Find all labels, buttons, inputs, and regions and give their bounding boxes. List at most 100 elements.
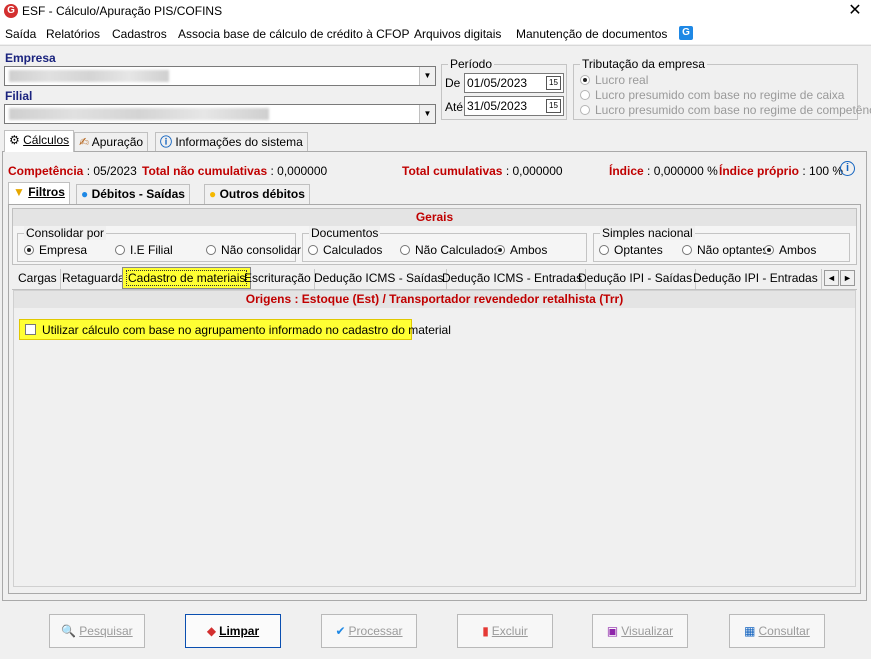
radio-optantes[interactable]: Optantes xyxy=(599,243,663,257)
processar-button[interactable]: ✔ Processar xyxy=(321,614,417,648)
calendar-icon[interactable]: 15 xyxy=(546,99,561,113)
subtab-deducao-icms-saidas[interactable]: Dedução ICMS - Saídas xyxy=(311,269,448,289)
indice-text: Índice : 0,000000 % xyxy=(609,164,718,178)
documentos-title: Documentos xyxy=(309,226,381,240)
radio-icon xyxy=(400,245,410,255)
limpar-button[interactable]: ◆ Limpar xyxy=(185,614,281,648)
blue-ball-icon: ● xyxy=(81,187,89,201)
hand-icon: ✍ xyxy=(79,135,90,149)
consultar-button[interactable]: ▦ Consultar xyxy=(729,614,825,648)
table-icon: ▦ xyxy=(744,624,756,638)
tab-apuracao[interactable]: ✍ Apuração xyxy=(74,132,149,152)
consolidar-group: Consolidar por Empresa I.E Filial Não co… xyxy=(17,226,301,262)
close-icon[interactable]: ✕ xyxy=(846,2,864,20)
radio-ambos-documentos[interactable]: Ambos xyxy=(495,243,547,257)
yellow-ball-icon: ● xyxy=(209,187,217,201)
filial-label: Filial xyxy=(5,89,33,103)
scroll-left-icon[interactable]: ◄ xyxy=(824,270,839,286)
subtab-deducao-icms-entradas[interactable]: Dedução ICMS - Entradas xyxy=(439,269,587,289)
info-icon: ⓘ xyxy=(160,135,173,149)
scroll-right-icon[interactable]: ► xyxy=(840,270,855,286)
radio-nao-optantes[interactable]: Não optantes xyxy=(682,243,768,257)
tab-debitos-saidas[interactable]: ● Débitos - Saídas xyxy=(76,184,190,204)
subtab-retaguarda[interactable]: Retaguarda xyxy=(59,269,129,289)
search-icon: 🔍 xyxy=(61,624,77,638)
calculator-icon: ⚙ xyxy=(9,133,20,147)
radio-icon xyxy=(24,245,34,255)
radio-icon xyxy=(580,75,590,85)
radio-lucro-presumido-caixa: Lucro presumido com base no regime de ca… xyxy=(580,88,844,102)
chevron-down-icon[interactable]: ▼ xyxy=(419,67,435,85)
tab-calculos[interactable]: ⚙ Cálculos xyxy=(4,130,75,152)
check-icon: ✔ xyxy=(335,624,346,638)
calendar-icon[interactable]: 15 xyxy=(546,76,561,90)
radio-calculados[interactable]: Calculados xyxy=(308,243,382,257)
menu-relatorios[interactable]: Relatórios xyxy=(46,27,100,41)
radio-ie-filial[interactable]: I.E Filial xyxy=(115,243,173,257)
tab-outros-debitos[interactable]: ● Outros débitos xyxy=(204,184,310,204)
trash-icon: ▮ xyxy=(482,624,489,638)
radio-icon xyxy=(580,90,590,100)
simples-group: Simples nacional Optantes Não optantes A… xyxy=(593,226,850,262)
date-from-value: 01/05/2023 xyxy=(467,76,528,90)
subtab-escrituracao[interactable]: Escrituração xyxy=(241,269,315,289)
periodo-title: Período xyxy=(448,57,495,71)
tab-informacoes-sistema[interactable]: ⓘ Informações do sistema xyxy=(155,132,308,152)
consolidar-title: Consolidar por xyxy=(24,226,107,240)
competencia-text: Competência : 05/2023 xyxy=(8,164,137,178)
menu-cadastros[interactable]: Cadastros xyxy=(112,27,167,41)
menu-arquivos-digitais[interactable]: Arquivos digitais xyxy=(414,27,501,41)
tributacao-group: Tributação da empresa Lucro real Lucro p… xyxy=(573,57,871,120)
subtab-deducao-ipi-saidas[interactable]: Dedução IPI - Saídas xyxy=(575,269,697,289)
checkbox-icon[interactable] xyxy=(25,324,36,335)
chevron-down-icon[interactable]: ▼ xyxy=(419,105,435,123)
agrupamento-checkbox[interactable]: Utilizar cálculo com base no agrupamento… xyxy=(19,319,451,340)
subtab-cadastro-materiais[interactable]: Cadastro de materiais xyxy=(122,267,252,289)
origens-title: Origens : Estoque (Est) / Transportador … xyxy=(14,291,855,308)
tab-filtros[interactable]: ▼ Filtros xyxy=(8,182,70,204)
excluir-button[interactable]: ▮ Excluir xyxy=(457,614,553,648)
printer-icon: ▣ xyxy=(606,624,619,638)
info-icon[interactable]: i xyxy=(840,161,855,176)
radio-icon xyxy=(682,245,692,255)
radio-empresa[interactable]: Empresa xyxy=(24,243,87,257)
help-logo-icon[interactable]: G xyxy=(679,26,693,40)
radio-icon xyxy=(599,245,609,255)
gerais-title: Gerais xyxy=(13,209,856,226)
radio-icon xyxy=(115,245,125,255)
empresa-combo[interactable]: ▼ xyxy=(4,66,436,86)
subtab-deducao-ipi-entradas[interactable]: Dedução IPI - Entradas xyxy=(690,269,822,289)
radio-icon xyxy=(206,245,216,255)
simples-title: Simples nacional xyxy=(600,226,695,240)
menu-associa-base[interactable]: Associa base de cálculo de crédito à CFO… xyxy=(178,27,409,41)
subtab-cargas[interactable]: Cargas xyxy=(15,269,61,289)
ate-label: Até xyxy=(445,100,464,114)
window-title: ESF - Cálculo/Apuração PIS/COFINS xyxy=(22,4,223,18)
radio-lucro-real: Lucro real xyxy=(580,73,648,87)
radio-icon xyxy=(580,105,590,115)
date-to-value: 31/05/2023 xyxy=(467,99,528,113)
pesquisar-button[interactable]: 🔍 Pesquisar xyxy=(49,614,145,648)
filial-combo[interactable]: ▼ xyxy=(4,104,436,124)
menu-divider xyxy=(0,45,871,46)
date-to-input[interactable]: 31/05/2023 15 xyxy=(464,96,564,116)
total-cumulativas-text: Total cumulativas : 0,000000 xyxy=(402,164,563,178)
empresa-blurred-value xyxy=(9,70,169,82)
periodo-group: Período De 01/05/2023 15 Até 31/05/2023 … xyxy=(441,57,567,120)
tributacao-title: Tributação da empresa xyxy=(580,57,707,71)
radio-icon xyxy=(308,245,318,255)
radio-nao-consolidar[interactable]: Não consolidar xyxy=(206,243,301,257)
date-from-input[interactable]: 01/05/2023 15 xyxy=(464,73,564,93)
radio-ambos-simples[interactable]: Ambos xyxy=(764,243,816,257)
radio-icon xyxy=(495,245,505,255)
documentos-group: Documentos Calculados Não Calculados Amb… xyxy=(302,226,587,262)
sub-tabs-bar: Cargas Retaguarda Cadastro de materiais … xyxy=(12,267,857,290)
menu-manutencao-documentos[interactable]: Manutenção de documentos xyxy=(516,27,667,41)
radio-nao-calculados[interactable]: Não Calculados xyxy=(400,243,500,257)
menu-saida[interactable]: Saída xyxy=(5,27,36,41)
filter-icon: ▼ xyxy=(13,185,25,199)
visualizar-button[interactable]: ▣ Visualizar xyxy=(592,614,688,648)
empresa-label: Empresa xyxy=(5,51,56,65)
total-nao-cumulativas-text: Total não cumulativas : 0,000000 xyxy=(142,164,328,178)
radio-icon xyxy=(764,245,774,255)
